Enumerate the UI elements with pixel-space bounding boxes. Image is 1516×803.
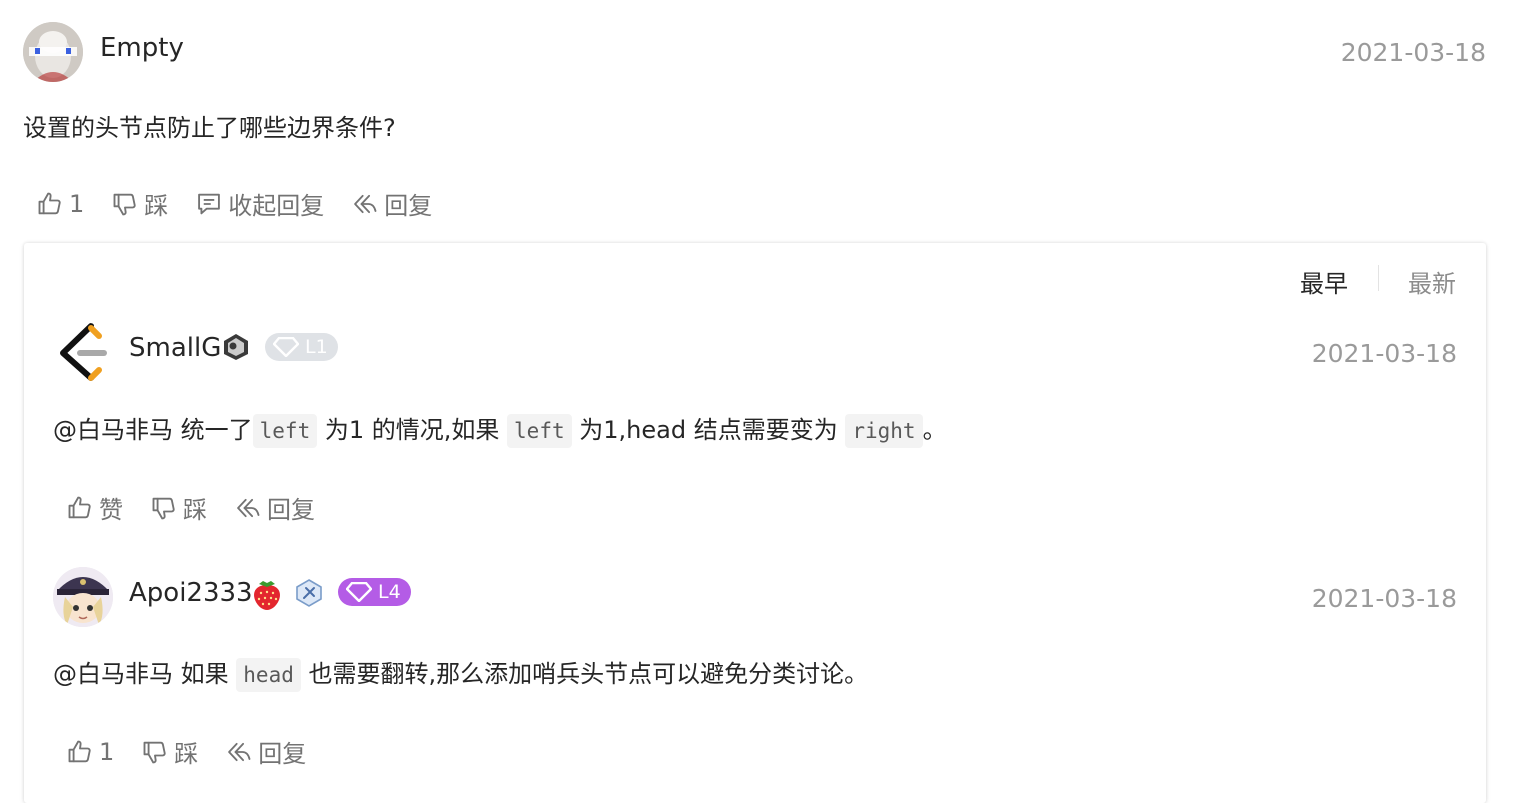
reply-button[interactable]: 回复 bbox=[234, 490, 315, 525]
inline-code: head bbox=[236, 658, 301, 692]
knight-badge-icon bbox=[296, 579, 322, 607]
reply-arrow-icon bbox=[237, 498, 260, 517]
reply-date: 2021-03-18 bbox=[1311, 584, 1457, 613]
reply-label: 回复 bbox=[258, 740, 307, 768]
thumbs-up-icon bbox=[68, 740, 91, 762]
sort-latest[interactable]: 最新 bbox=[1408, 264, 1456, 299]
reply-text-part: 为1,head 结点需要变为 bbox=[579, 416, 838, 444]
thumbs-up-icon bbox=[68, 496, 91, 518]
dislike-label: 踩 bbox=[174, 740, 199, 768]
diamond-icon bbox=[273, 337, 299, 357]
inline-code: left bbox=[252, 414, 318, 448]
reply-arrow-icon bbox=[354, 194, 377, 213]
collapse-replies-button[interactable]: 收起回复 bbox=[195, 186, 324, 221]
dislike-button[interactable]: 踩 bbox=[141, 734, 198, 769]
reply-text-part: 也需要翻转,那么添加哨兵头节点可以避免分类讨论。 bbox=[308, 660, 869, 688]
level-badge: L4 bbox=[338, 578, 411, 606]
inline-code: left bbox=[507, 414, 572, 448]
like-button[interactable]: 1 bbox=[36, 190, 84, 218]
reply-actions: 赞 踩 回复 bbox=[66, 490, 342, 525]
reply-username[interactable]: Apoi2333 bbox=[129, 578, 253, 608]
reply-text: @白马非马 统一了 left 为1 的情况,如果 left 为1,head 结点需… bbox=[53, 410, 947, 448]
like-button[interactable]: 赞 bbox=[66, 490, 123, 525]
avatar[interactable] bbox=[23, 22, 83, 82]
like-count: 1 bbox=[69, 189, 85, 218]
comment-icon bbox=[198, 193, 221, 214]
reply-text: @白马非马 如果 head 也需要翻转,那么添加哨兵头节点可以避免分类讨论。 bbox=[53, 654, 869, 692]
reply-text-part: 为1 的情况,如果 bbox=[324, 416, 500, 444]
strawberry-icon bbox=[254, 581, 280, 610]
diamond-icon bbox=[346, 582, 372, 602]
reply-avatar[interactable] bbox=[53, 322, 113, 382]
comment-date: 2021-03-18 bbox=[1340, 38, 1486, 67]
inline-code: right bbox=[845, 414, 923, 448]
reply-text-part: @白马非马 如果 bbox=[53, 660, 229, 688]
level-label: L4 bbox=[378, 581, 401, 603]
reply-arrow-icon bbox=[228, 742, 251, 761]
reply-text-part: @白马非马 统一了 bbox=[53, 416, 253, 444]
reply-button[interactable]: 回复 bbox=[351, 186, 432, 221]
level-badge: L1 bbox=[265, 333, 338, 361]
collapse-label: 收起回复 bbox=[228, 192, 325, 220]
reply-avatar[interactable] bbox=[53, 567, 113, 627]
reply-label: 回复 bbox=[267, 496, 315, 524]
dislike-button[interactable]: 踩 bbox=[111, 186, 168, 221]
like-button[interactable]: 1 bbox=[66, 738, 114, 766]
like-count: 1 bbox=[99, 737, 115, 766]
comment-actions: 1 踩 收起回复 回复 bbox=[36, 186, 459, 221]
thumbs-down-icon bbox=[113, 193, 136, 215]
reply-username[interactable]: SmallG bbox=[129, 333, 221, 363]
reply-button[interactable]: 回复 bbox=[225, 734, 306, 769]
gravatar-badge-icon bbox=[224, 334, 248, 360]
dislike-label: 踩 bbox=[183, 496, 207, 524]
comment-text: 设置的头节点防止了哪些边界条件? bbox=[23, 114, 396, 142]
reply-text-part: 。 bbox=[922, 416, 947, 444]
reply-actions: 1 踩 回复 bbox=[66, 734, 333, 769]
thumbs-down-icon bbox=[152, 497, 175, 519]
reply-date: 2021-03-18 bbox=[1311, 339, 1457, 368]
sort-divider bbox=[1378, 265, 1379, 291]
dislike-button[interactable]: 踩 bbox=[150, 490, 207, 525]
dislike-label: 踩 bbox=[144, 192, 169, 220]
level-label: L1 bbox=[305, 336, 328, 358]
thumbs-up-icon bbox=[38, 192, 61, 214]
reply-label: 回复 bbox=[384, 192, 433, 220]
thumbs-down-icon bbox=[143, 741, 166, 763]
sort-earliest[interactable]: 最早 bbox=[1300, 264, 1348, 299]
like-label: 赞 bbox=[99, 496, 123, 524]
comment-username[interactable]: Empty bbox=[100, 33, 184, 63]
